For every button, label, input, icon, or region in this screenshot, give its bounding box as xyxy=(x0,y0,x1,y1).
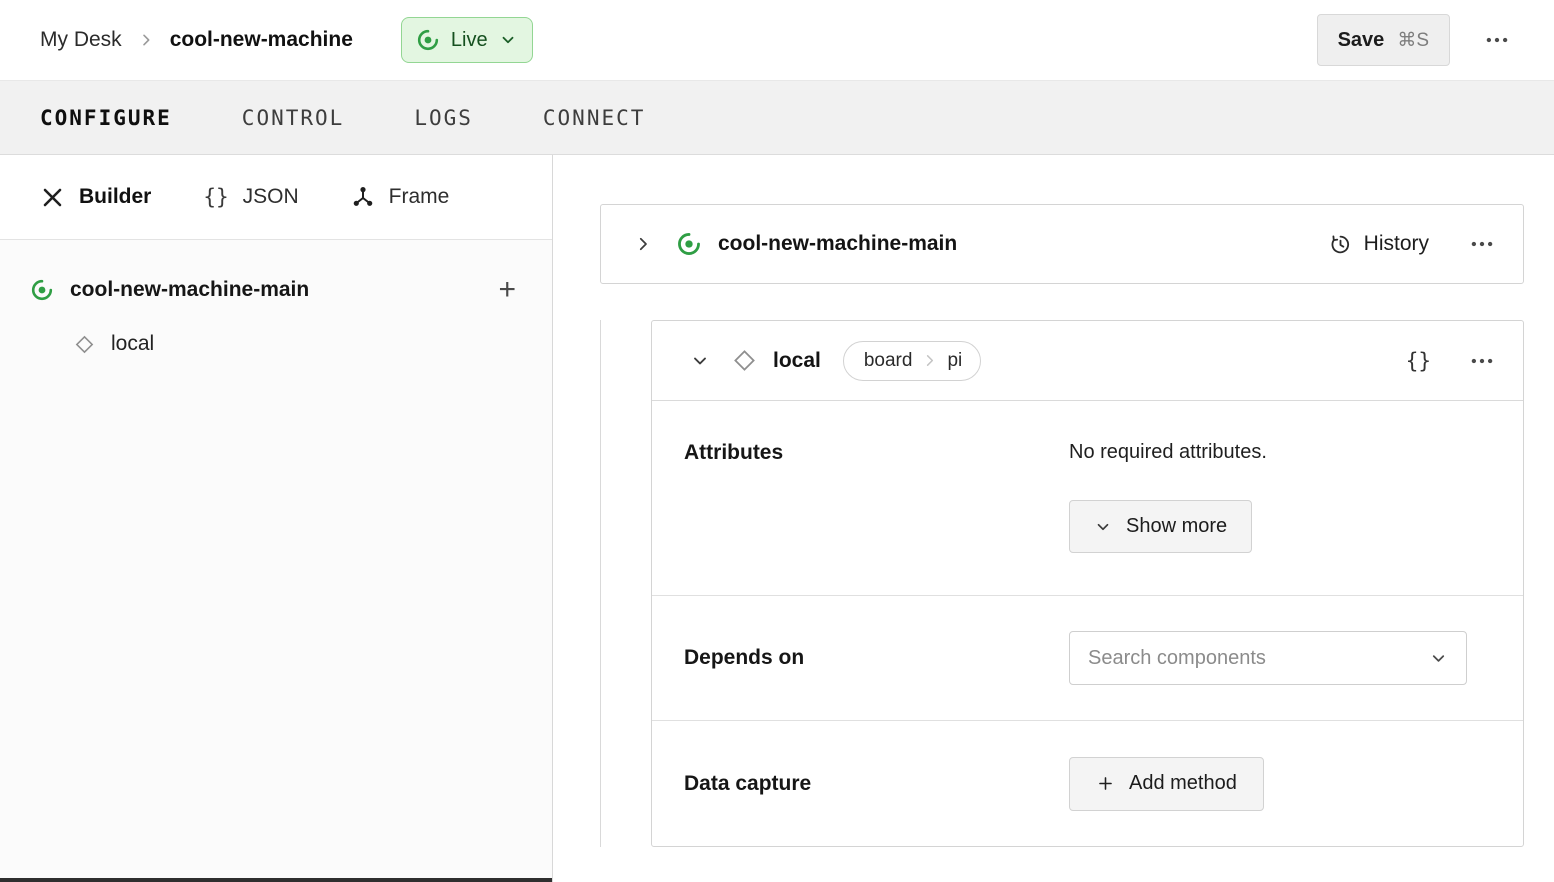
history-clock-icon xyxy=(1329,233,1352,256)
breadcrumb: My Desk cool-new-machine xyxy=(40,28,353,52)
view-tab-builder[interactable]: Builder xyxy=(40,185,151,210)
component-card-wrap: local board pi {} xyxy=(600,320,1524,847)
add-component-button[interactable]: + xyxy=(498,275,516,305)
machine-part-signal-icon xyxy=(30,278,54,302)
machine-tree: cool-new-machine-main + local xyxy=(0,240,552,370)
machine-nav-tabs: CONFIGURE CONTROL LOGS CONNECT xyxy=(0,80,1554,155)
save-button[interactable]: Save ⌘S xyxy=(1317,14,1450,66)
breadcrumb-current: cool-new-machine xyxy=(170,28,353,52)
diamond-icon xyxy=(74,334,95,355)
attributes-empty-text: No required attributes. xyxy=(1069,441,1267,464)
machine-part-card: cool-new-machine-main History xyxy=(600,204,1524,284)
component-card-local: local board pi {} xyxy=(651,320,1524,847)
view-tab-frame[interactable]: Frame xyxy=(351,185,450,209)
tools-icon xyxy=(40,185,65,210)
component-collapse-chevron-icon[interactable] xyxy=(690,351,710,371)
attributes-label: Attributes xyxy=(684,441,1069,595)
show-more-chevron-icon xyxy=(1094,518,1112,536)
pill-chevron-icon xyxy=(922,353,937,368)
component-card-header: local board pi {} xyxy=(652,321,1523,401)
data-capture-label: Data capture xyxy=(684,772,1069,796)
sidebar-view-tabs: Builder {} JSON Frame xyxy=(0,155,552,240)
part-overflow-menu-icon[interactable] xyxy=(1469,231,1495,257)
depends-on-section: Depends on Search components xyxy=(652,596,1523,721)
live-status-dropdown[interactable]: Live xyxy=(401,17,533,63)
component-overflow-menu-icon[interactable] xyxy=(1469,348,1495,374)
show-more-label: Show more xyxy=(1126,515,1227,538)
depends-on-label: Depends on xyxy=(684,646,1069,670)
component-type: board xyxy=(864,350,913,372)
show-more-button[interactable]: Show more xyxy=(1069,500,1252,553)
view-tab-json[interactable]: {} JSON xyxy=(203,185,298,209)
tab-control[interactable]: CONTROL xyxy=(242,106,345,130)
live-signal-icon xyxy=(416,28,440,52)
frame-axis-icon xyxy=(351,185,375,209)
attributes-section: Attributes No required attributes. Show … xyxy=(652,401,1523,596)
plus-icon xyxy=(1096,774,1115,793)
tree-item-local[interactable]: local xyxy=(0,318,552,370)
braces-icon: {} xyxy=(203,185,228,209)
sidebar-bottom-panel-edge[interactable] xyxy=(0,878,552,882)
add-method-button[interactable]: Add method xyxy=(1069,757,1264,811)
live-chevron-down-icon xyxy=(499,31,517,49)
depends-on-placeholder: Search components xyxy=(1088,647,1266,670)
tab-configure[interactable]: CONFIGURE xyxy=(40,106,172,130)
component-type-pill: board pi xyxy=(843,341,981,381)
breadcrumb-root-link[interactable]: My Desk xyxy=(40,28,122,52)
top-header: My Desk cool-new-machine Live Save ⌘S xyxy=(0,0,1554,80)
live-badge-label: Live xyxy=(451,29,488,52)
view-tab-json-label: JSON xyxy=(243,185,299,209)
configure-sidebar: Builder {} JSON Frame xyxy=(0,155,553,882)
component-model: pi xyxy=(947,350,962,372)
component-diamond-icon xyxy=(732,348,757,373)
breadcrumb-chevron-icon xyxy=(138,32,154,48)
header-actions: Save ⌘S xyxy=(1317,14,1510,66)
add-method-label: Add method xyxy=(1129,772,1237,795)
tree-item-machine-main[interactable]: cool-new-machine-main + xyxy=(0,262,552,318)
tab-logs[interactable]: LOGS xyxy=(414,106,473,130)
configure-main-panel: cool-new-machine-main History xyxy=(553,155,1554,882)
history-button[interactable]: History xyxy=(1329,232,1429,256)
part-card-title: cool-new-machine-main xyxy=(718,232,957,256)
part-expand-chevron-icon[interactable] xyxy=(634,235,652,253)
tab-connect[interactable]: CONNECT xyxy=(543,106,646,130)
save-shortcut-hint: ⌘S xyxy=(1397,29,1429,52)
content-area: Builder {} JSON Frame xyxy=(0,155,1554,882)
tree-item-local-label: local xyxy=(111,332,154,356)
tree-item-machine-main-label: cool-new-machine-main xyxy=(70,278,309,302)
part-signal-icon xyxy=(676,231,702,257)
view-tab-builder-label: Builder xyxy=(79,185,151,209)
data-capture-section: Data capture Add method xyxy=(652,721,1523,846)
history-button-label: History xyxy=(1364,232,1429,256)
save-button-label: Save xyxy=(1338,29,1385,52)
view-tab-frame-label: Frame xyxy=(389,185,450,209)
component-json-icon[interactable]: {} xyxy=(1406,349,1431,373)
select-chevron-down-icon xyxy=(1429,649,1448,668)
header-overflow-menu-icon[interactable] xyxy=(1484,27,1510,53)
component-card-title: local xyxy=(773,349,821,373)
depends-on-select[interactable]: Search components xyxy=(1069,631,1467,685)
